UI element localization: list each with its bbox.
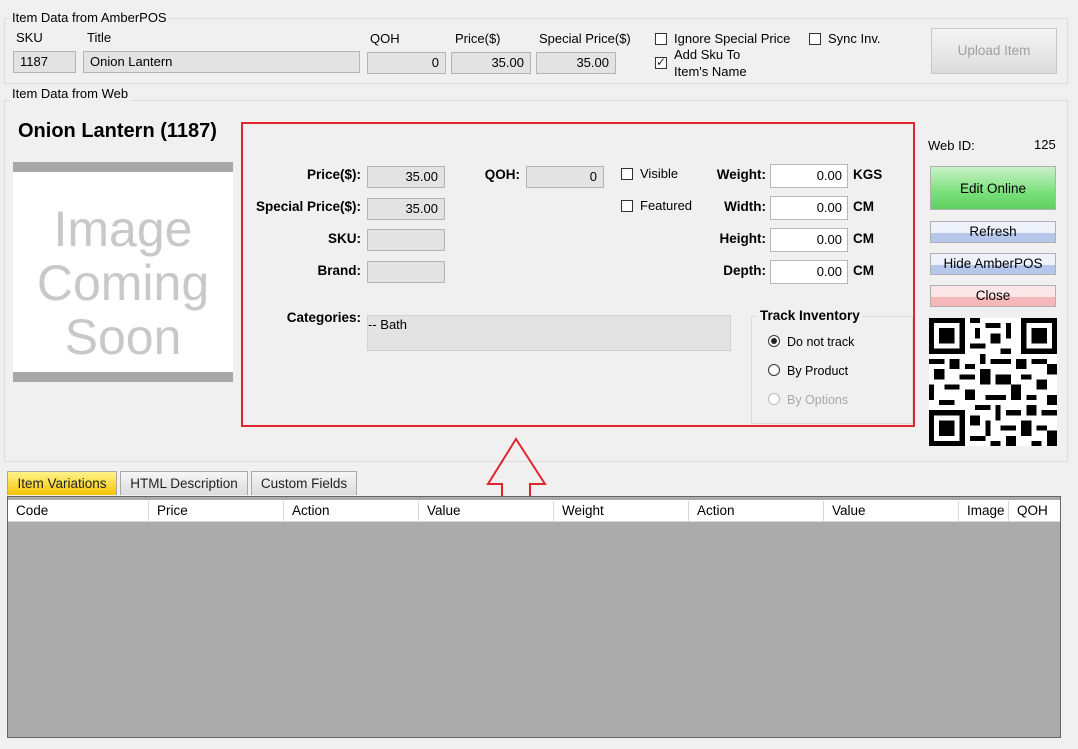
radio-by-product[interactable] [768, 364, 780, 376]
depth-unit: CM [853, 263, 874, 278]
web-price-field[interactable]: 35.00 [367, 166, 445, 188]
tab-html-description[interactable]: HTML Description [120, 471, 248, 495]
qr-code-icon [929, 318, 1057, 446]
pos-special-price-field[interactable]: 35.00 [536, 52, 616, 74]
qoh-header: QOH [370, 31, 400, 46]
height-input[interactable]: 0.00 [770, 228, 848, 252]
grid-col-weight[interactable]: Weight [554, 501, 689, 521]
pos-sku-field[interactable]: 1187 [13, 51, 76, 73]
height-label: Height: [719, 231, 767, 246]
web-qoh-label: QOH: [484, 167, 520, 182]
sync-inv-checkbox[interactable] [809, 33, 821, 45]
web-qoh-field[interactable]: 0 [526, 166, 604, 188]
web-price-label: Price($): [306, 167, 361, 182]
featured-checkbox[interactable] [621, 200, 633, 212]
hide-amberpos-button[interactable]: Hide AmberPOS [930, 253, 1056, 275]
radio-do-not-track-label: Do not track [787, 335, 855, 349]
height-unit: CM [853, 231, 874, 246]
grid-col-qoh[interactable]: QOH [1009, 501, 1060, 521]
width-unit: CM [853, 199, 874, 214]
grid-col-value[interactable]: Value [419, 501, 554, 521]
categories-list[interactable]: -- Bath [367, 315, 731, 351]
special-price-header: Special Price($) [539, 31, 631, 46]
depth-input[interactable]: 0.00 [770, 260, 848, 284]
categories-label: Categories: [286, 310, 361, 325]
pos-qoh-field[interactable]: 0 [367, 52, 446, 74]
visible-label: Visible [640, 166, 679, 181]
amberpos-group-title: Item Data from AmberPOS [10, 10, 169, 25]
grid-col-action[interactable]: Action [284, 501, 419, 521]
item-image-placeholder: Image Coming Soon [13, 162, 233, 382]
web-id-label: Web ID: [928, 138, 975, 153]
radio-by-options-label: By Options [787, 393, 849, 407]
image-text-line3: Soon [64, 309, 182, 365]
radio-by-options[interactable] [768, 393, 780, 405]
grid-col-value-2[interactable]: Value [824, 501, 959, 521]
close-button[interactable]: Close [930, 285, 1056, 307]
edit-online-button[interactable]: Edit Online [930, 166, 1056, 210]
web-id-value: 125 [1034, 137, 1056, 152]
radio-do-not-track[interactable] [768, 335, 780, 347]
width-input[interactable]: 0.00 [770, 196, 848, 220]
web-special-price-label: Special Price($): [255, 199, 361, 214]
web-brand-label: Brand: [317, 263, 362, 278]
ignore-special-label: Ignore Special Price [674, 31, 791, 46]
web-sku-field[interactable] [367, 229, 445, 251]
web-group-title: Item Data from Web [10, 86, 131, 101]
radio-by-product-label: By Product [787, 364, 849, 378]
sync-inv-label: Sync Inv. [828, 31, 881, 46]
weight-label: Weight: [716, 167, 766, 182]
web-special-price-field[interactable]: 35.00 [367, 198, 445, 220]
price-header: Price($) [455, 31, 501, 46]
track-inventory-title: Track Inventory [757, 308, 863, 323]
width-label: Width: [724, 199, 766, 214]
tab-item-variations[interactable]: Item Variations [7, 471, 117, 495]
grid-col-code[interactable]: Code [8, 501, 149, 521]
weight-input[interactable]: 0.00 [770, 164, 848, 188]
featured-label: Featured [640, 198, 693, 213]
image-text-line2: Coming [36, 255, 210, 311]
depth-label: Depth: [723, 263, 766, 278]
add-sku-checkbox[interactable] [655, 55, 667, 69]
grid-col-price[interactable]: Price [149, 501, 284, 521]
upload-item-button[interactable]: Upload Item [931, 28, 1057, 74]
pos-price-field[interactable]: 35.00 [451, 52, 531, 74]
refresh-button[interactable]: Refresh [930, 221, 1056, 243]
image-text-line1: Image [53, 201, 193, 257]
tab-custom-fields[interactable]: Custom Fields [251, 471, 357, 495]
add-sku-label-line1: Add Sku To [674, 47, 741, 62]
item-heading: Onion Lantern (1187) [18, 120, 217, 142]
add-sku-label-line2: Item's Name [674, 64, 747, 79]
web-sku-label: SKU: [328, 231, 361, 246]
weight-unit: KGS [853, 167, 883, 182]
title-header: Title [87, 30, 112, 45]
grid-col-action-2[interactable]: Action [689, 501, 824, 521]
category-item[interactable]: -- Bath [368, 317, 407, 332]
variations-grid[interactable] [7, 496, 1061, 738]
ignore-special-checkbox[interactable] [655, 33, 667, 45]
visible-checkbox[interactable] [621, 168, 633, 180]
grid-col-image[interactable]: Image [959, 501, 1009, 521]
web-brand-field[interactable] [367, 261, 445, 283]
sku-header: SKU [16, 30, 43, 45]
pos-title-field[interactable]: Onion Lantern [83, 51, 360, 73]
